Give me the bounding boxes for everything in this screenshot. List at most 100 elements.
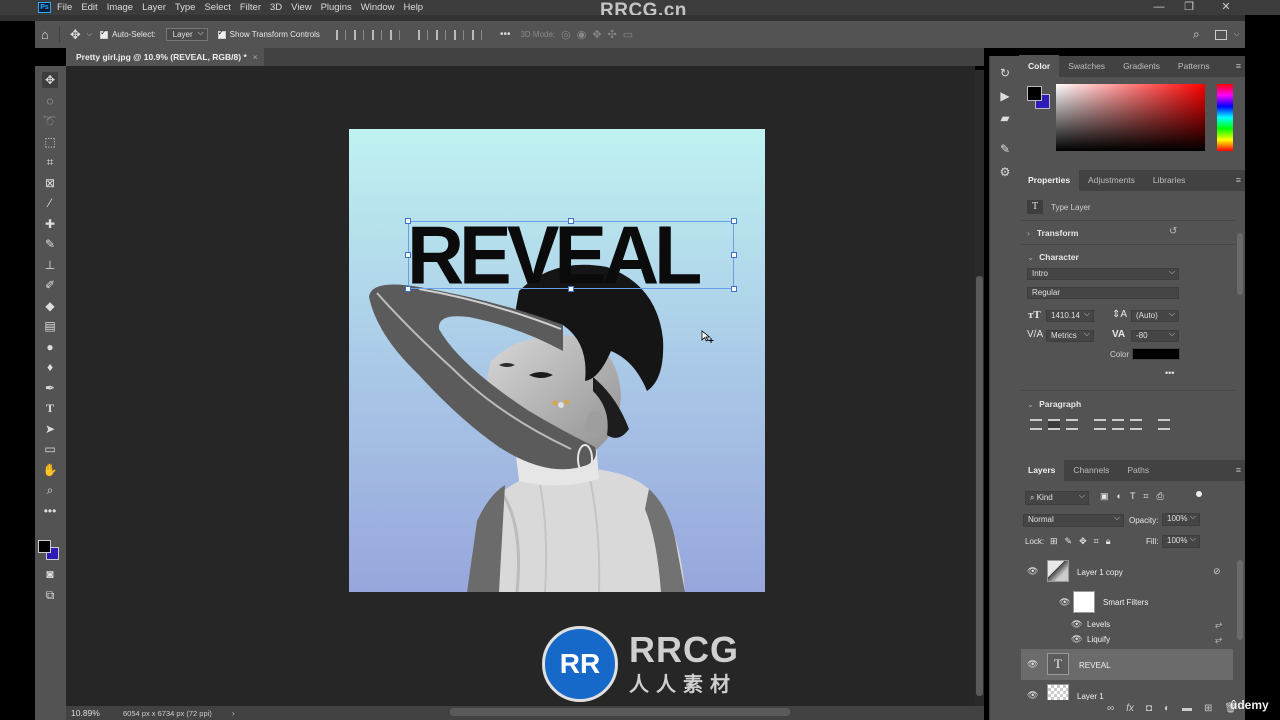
chevron-down-icon[interactable]: ⌵: [1234, 31, 1239, 39]
tab-layers[interactable]: Layers: [1019, 459, 1065, 481]
menu-layer[interactable]: Layer: [142, 2, 166, 13]
transform-handle[interactable]: [568, 218, 574, 224]
menu-window[interactable]: Window: [361, 2, 395, 13]
more-options-button[interactable]: •••: [500, 29, 511, 40]
align-top-icon[interactable]: [417, 29, 428, 40]
menu-help[interactable]: Help: [404, 2, 424, 13]
tab-swatches[interactable]: Swatches: [1059, 61, 1114, 77]
home-icon[interactable]: ⌂: [41, 27, 49, 42]
eye-icon[interactable]: 👁︎: [1027, 659, 1038, 670]
zoom-level[interactable]: 10.89%: [71, 708, 123, 718]
edit-toolbar-icon[interactable]: •••: [42, 503, 58, 519]
menu-view[interactable]: View: [291, 2, 311, 13]
eyedropper-tool-icon[interactable]: ⁄: [42, 195, 58, 211]
menu-3d[interactable]: 3D: [270, 2, 282, 13]
layer-row[interactable]: 👁︎ Smart Filters: [1021, 588, 1233, 618]
link-layers-icon[interactable]: ∞: [1107, 703, 1114, 714]
auto-select-checkbox[interactable]: Auto-Select:: [100, 28, 156, 39]
opacity-field[interactable]: 100%: [1162, 512, 1200, 526]
layer-name[interactable]: Layer 1: [1077, 692, 1104, 700]
blur-tool-icon[interactable]: ●: [42, 339, 58, 355]
eye-icon[interactable]: 👁︎: [1071, 619, 1082, 630]
new-group-icon[interactable]: ▬: [1182, 703, 1192, 714]
transform-handle[interactable]: [731, 252, 737, 258]
eye-icon[interactable]: 👁︎: [1027, 690, 1038, 700]
menu-file[interactable]: File: [57, 2, 72, 13]
document-tab[interactable]: Pretty girl.jpg @ 10.9% (REVEAL, RGB/8) …: [66, 48, 264, 66]
auto-select-dropdown[interactable]: Layer: [165, 28, 208, 41]
align-left-icon[interactable]: [335, 29, 346, 40]
document-image[interactable]: [349, 129, 765, 592]
new-layer-icon[interactable]: ⊞: [1204, 703, 1212, 714]
adjustments-icon[interactable]: ⚙: [997, 165, 1013, 181]
quick-mask-icon[interactable]: ◙: [42, 566, 58, 582]
color-picker-field[interactable]: [1056, 84, 1205, 151]
layer-row[interactable]: 👁︎ Layer 1: [1021, 680, 1233, 700]
tab-adjustments[interactable]: Adjustments: [1079, 175, 1144, 191]
layers-scrollbar[interactable]: [1237, 560, 1243, 640]
zoom-tool-icon[interactable]: ⌕: [42, 482, 58, 498]
layer-row[interactable]: 👁︎ T REVEAL: [1021, 649, 1233, 680]
font-size-field[interactable]: 1410.14: [1046, 309, 1094, 322]
history-brush-tool-icon[interactable]: ✐: [42, 277, 58, 293]
paragraph-section[interactable]: ⌄ Paragraph: [1027, 399, 1081, 410]
foreground-color-chip[interactable]: [1027, 86, 1042, 101]
brush-tool-icon[interactable]: ✎: [42, 236, 58, 252]
tracking-field[interactable]: -80: [1131, 329, 1179, 342]
comments-icon[interactable]: ▰: [997, 111, 1013, 127]
pen-tool-icon[interactable]: ✒: [42, 380, 58, 396]
align-bottom-icon[interactable]: [453, 29, 464, 40]
transform-bounding-box[interactable]: [408, 221, 734, 289]
close-tab-icon[interactable]: ×: [253, 52, 258, 62]
path-select-tool-icon[interactable]: ➤: [42, 421, 58, 437]
properties-scrollbar[interactable]: [1237, 233, 1243, 295]
chevron-right-icon[interactable]: ›: [1027, 228, 1030, 238]
add-mask-icon[interactable]: ◘: [1146, 703, 1152, 714]
fill-field[interactable]: 100%: [1162, 534, 1200, 548]
marquee-tool-icon[interactable]: ◌: [42, 93, 58, 109]
character-section[interactable]: ⌄ Character: [1027, 252, 1079, 263]
show-transform-checkbox[interactable]: Show Transform Controls: [217, 28, 320, 39]
stamp-tool-icon[interactable]: ⊥: [42, 257, 58, 273]
transform-section[interactable]: › Transform: [1027, 228, 1078, 238]
layer-name[interactable]: REVEAL: [1079, 661, 1111, 670]
tab-properties[interactable]: Properties: [1019, 169, 1080, 191]
move-tool-icon[interactable]: ✥: [70, 27, 81, 43]
restore-button[interactable]: ❐: [1182, 0, 1196, 14]
crop-tool-icon[interactable]: ⌗: [42, 154, 58, 170]
foreground-color-swatch[interactable]: [38, 540, 51, 553]
transform-handle[interactable]: [405, 252, 411, 258]
move-tool-icon[interactable]: ✥: [42, 72, 58, 88]
checkbox-icon[interactable]: [100, 28, 109, 39]
rectangle-tool-icon[interactable]: ▭: [42, 441, 58, 457]
justify-center-icon[interactable]: [1112, 419, 1124, 430]
layer-name[interactable]: Layer 1 copy: [1077, 568, 1123, 577]
filter-toggle-icon[interactable]: [1196, 491, 1202, 497]
tab-color[interactable]: Color: [1019, 55, 1060, 77]
screen-mode-icon[interactable]: ⧉: [42, 587, 58, 603]
justify-all-icon[interactable]: [1158, 419, 1170, 430]
horizontal-scroll-thumb[interactable]: [450, 708, 790, 716]
adjustment-layer-icon[interactable]: ◐: [1164, 703, 1170, 714]
search-icon[interactable]: ⌕: [1193, 27, 1200, 42]
font-family-select[interactable]: Intro: [1027, 267, 1179, 280]
tab-libraries[interactable]: Libraries: [1144, 175, 1195, 191]
transform-handle[interactable]: [731, 286, 737, 292]
layer-row[interactable]: 👁︎ Levels ⥂: [1021, 618, 1233, 633]
workspace-icon[interactable]: [1215, 29, 1227, 40]
menu-type[interactable]: Type: [175, 2, 196, 13]
reset-icon[interactable]: ↺: [1169, 226, 1177, 237]
font-style-select[interactable]: Regular: [1027, 287, 1179, 299]
brush-settings-icon[interactable]: ✎: [997, 142, 1013, 158]
tab-gradients[interactable]: Gradients: [1114, 61, 1169, 77]
healing-brush-tool-icon[interactable]: ✚: [42, 216, 58, 232]
lock-icons[interactable]: ⊞✎✥⌗🔒︎: [1050, 536, 1117, 547]
eye-icon[interactable]: 👁︎: [1071, 634, 1082, 645]
transform-handle[interactable]: [405, 286, 411, 292]
layer-name[interactable]: Smart Filters: [1103, 598, 1148, 607]
eye-icon[interactable]: 👁︎: [1027, 566, 1038, 577]
layer-name[interactable]: Liquify: [1087, 635, 1110, 644]
distribute-icon[interactable]: [389, 29, 400, 40]
chevron-down-icon[interactable]: ⌄: [1027, 252, 1034, 262]
layer-row[interactable]: 👁︎ Liquify ⥂: [1021, 633, 1233, 648]
